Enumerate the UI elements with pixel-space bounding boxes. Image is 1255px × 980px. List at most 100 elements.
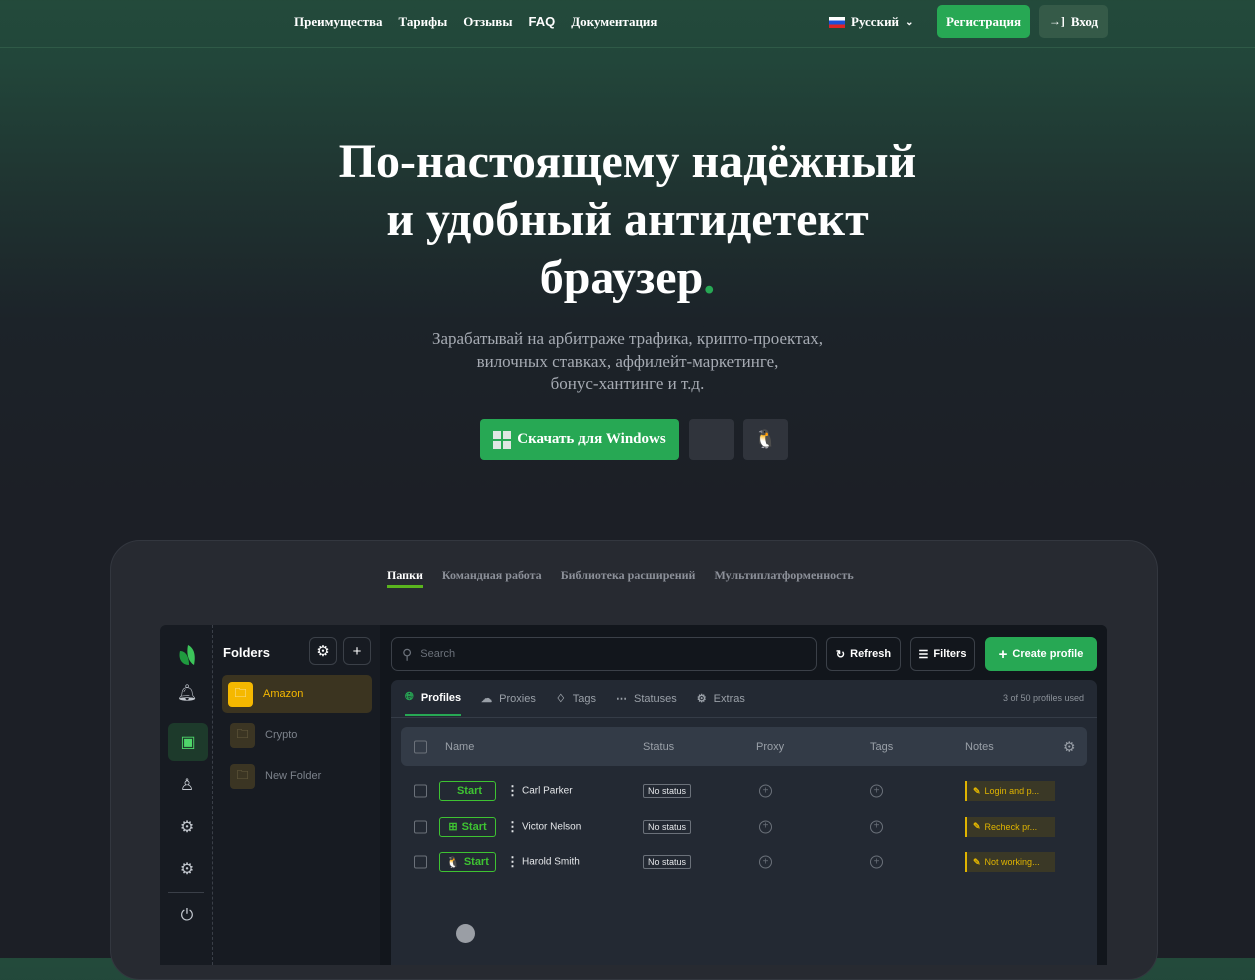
tab-multiplatform[interactable]: Мультиплатформенность bbox=[714, 568, 853, 588]
row-menu-icon[interactable]: ⋮ bbox=[506, 854, 519, 870]
gear-icon: ⚙ bbox=[696, 693, 707, 705]
automation-gears-icon[interactable]: ⚙ bbox=[168, 808, 206, 846]
search-input[interactable]: ⚲ Search bbox=[391, 637, 817, 671]
profiles-main: ⚲ Search ↻ Refresh ☰ Filters + Create profil… bbox=[380, 625, 1107, 965]
row-menu-icon[interactable]: ⋮ bbox=[506, 783, 519, 799]
row-menu-icon[interactable]: ⋮ bbox=[506, 819, 519, 835]
column-tags[interactable]: Tags bbox=[870, 741, 893, 753]
note-badge[interactable]: ✎ Login and p... bbox=[965, 781, 1055, 801]
icon-rail: 🔔︎ ▣ ♙ ⚙ ⚙ ⏻ bbox=[160, 625, 213, 965]
chevron-down-icon: ⌄ bbox=[905, 16, 914, 28]
hero-subtitle: Зарабатывай на арбитраже трафика, крипто… bbox=[0, 328, 1255, 396]
download-windows-button[interactable]: Скачать для Windows bbox=[480, 419, 679, 460]
add-tag-icon[interactable]: + bbox=[870, 855, 883, 869]
tab-teamwork[interactable]: Командная работа bbox=[442, 568, 542, 588]
login-button[interactable]: →] Вход bbox=[1039, 5, 1108, 38]
row-checkbox[interactable] bbox=[414, 784, 427, 798]
nav-link-pricing[interactable]: Тарифы bbox=[399, 14, 448, 30]
nav-link-docs[interactable]: Документация bbox=[571, 14, 657, 30]
globe-icon: 🌐︎ bbox=[405, 691, 414, 703]
bell-icon[interactable]: 🔔︎ bbox=[168, 674, 206, 712]
download-label: Скачать для Windows bbox=[517, 431, 666, 447]
row-checkbox[interactable] bbox=[414, 820, 427, 833]
filters-button[interactable]: ☰ Filters bbox=[910, 637, 975, 671]
note-badge[interactable]: ✎ Recheck pr... bbox=[965, 816, 1055, 837]
language-label: Русский bbox=[851, 14, 900, 29]
power-icon[interactable]: ⏻ bbox=[168, 897, 206, 935]
table-row[interactable]: ⊞ Start ⋮ Victor Nelson No status + + ✎ Re… bbox=[401, 813, 1087, 841]
tab-statuses[interactable]: ⋯ Statuses bbox=[616, 691, 677, 716]
row-checkbox[interactable] bbox=[414, 855, 427, 869]
add-folder-button[interactable]: + bbox=[343, 637, 371, 665]
tab-label: Statuses bbox=[633, 692, 677, 705]
column-notes[interactable]: Notes bbox=[965, 741, 994, 753]
app-window: 🔔︎ ▣ ♙ ⚙ ⚙ ⏻ Folders ⚙ + 🗀︎ Amazon 🗀︎ Cryp… bbox=[160, 625, 1107, 965]
status-badge[interactable]: No status bbox=[643, 784, 692, 798]
subtitle-line: вилочных ставках, аффилейт-маркетинге, bbox=[476, 351, 779, 371]
note-text: Login and p... bbox=[984, 786, 1040, 796]
add-tag-icon[interactable]: + bbox=[870, 784, 883, 798]
start-label: Start bbox=[456, 785, 483, 797]
folder-item-amazon[interactable]: 🗀︎ Amazon bbox=[222, 675, 372, 713]
column-settings-icon[interactable]: ⚙ bbox=[1063, 738, 1076, 755]
browser-profiles-icon[interactable]: ▣ bbox=[168, 723, 208, 761]
add-tag-icon[interactable]: + bbox=[870, 820, 883, 833]
nav-link-advantages[interactable]: Преимущества bbox=[294, 14, 383, 30]
add-proxy-icon[interactable]: + bbox=[759, 784, 772, 798]
start-button[interactable]: 🐧 Start bbox=[439, 852, 496, 872]
cloud-icon: ☁ bbox=[481, 693, 493, 705]
column-name[interactable]: Name bbox=[445, 741, 474, 753]
create-profile-button[interactable]: + Create profile bbox=[985, 637, 1097, 671]
start-button[interactable]: Start bbox=[439, 781, 496, 801]
settings-icon[interactable]: ⚙ bbox=[168, 850, 206, 888]
folder-name: Crypto bbox=[265, 729, 298, 741]
note-badge[interactable]: ✎ Not working... bbox=[965, 852, 1055, 872]
language-selector[interactable]: Русский ⌄ bbox=[829, 14, 913, 30]
register-button[interactable]: Регистрация bbox=[937, 5, 1030, 38]
status-badge[interactable]: No status bbox=[643, 855, 692, 869]
user-icon[interactable]: ♙ bbox=[168, 766, 206, 804]
tab-profiles[interactable]: 🌐︎ Profiles bbox=[405, 691, 462, 716]
filters-label: Filters bbox=[933, 648, 967, 660]
refresh-button[interactable]: ↻ Refresh bbox=[826, 637, 901, 671]
nav-link-faq[interactable]: FAQ bbox=[528, 14, 555, 30]
tab-folders[interactable]: Папки bbox=[387, 568, 423, 588]
linux-icon: 🐧 bbox=[446, 856, 460, 869]
divider bbox=[391, 717, 1097, 718]
note-text: Not working... bbox=[984, 857, 1040, 867]
status-badge[interactable]: No status bbox=[643, 819, 692, 834]
folder-settings-button[interactable]: ⚙ bbox=[309, 637, 337, 665]
folder-icon: 🗀︎ bbox=[230, 722, 255, 748]
tag-icon: ♢ bbox=[555, 693, 566, 705]
column-status[interactable]: Status bbox=[643, 741, 674, 753]
tab-extensions[interactable]: Библиотека расширений bbox=[561, 568, 696, 588]
start-button[interactable]: ⊞ Start bbox=[439, 816, 496, 837]
tab-tags[interactable]: ♢ Tags bbox=[556, 691, 596, 716]
refresh-label: Refresh bbox=[850, 648, 892, 660]
add-proxy-icon[interactable]: + bbox=[759, 855, 772, 869]
profile-name[interactable]: Harold Smith bbox=[522, 857, 580, 868]
windows-icon: ⊞ bbox=[448, 821, 458, 833]
profile-name[interactable]: Carl Parker bbox=[522, 786, 573, 797]
add-proxy-icon[interactable]: + bbox=[759, 820, 772, 833]
profiles-usage: 3 of 50 profiles used bbox=[1002, 693, 1084, 703]
table-row[interactable]: 🐧 Start ⋮ Harold Smith No status + + ✎ Not… bbox=[401, 848, 1087, 876]
tab-label: Profiles bbox=[420, 691, 462, 704]
nav-link-reviews[interactable]: Отзывы bbox=[463, 14, 512, 30]
download-linux-button[interactable]: 🐧 bbox=[743, 419, 788, 460]
create-profile-label: Create profile bbox=[1012, 648, 1084, 660]
folder-item-new-folder[interactable]: 🗀︎ New Folder bbox=[222, 757, 372, 795]
tab-proxies[interactable]: ☁ Proxies bbox=[481, 691, 536, 716]
table-row[interactable]: Start ⋮ Carl Parker No status + + ✎ Login… bbox=[401, 777, 1087, 805]
pencil-icon: ✎ bbox=[973, 821, 981, 831]
profile-name[interactable]: Victor Nelson bbox=[522, 821, 581, 832]
tab-label: Extras bbox=[713, 692, 745, 705]
column-proxy[interactable]: Proxy bbox=[756, 741, 784, 753]
tab-extras[interactable]: ⚙ Extras bbox=[697, 691, 745, 716]
select-all-checkbox[interactable] bbox=[414, 740, 427, 753]
folder-name: New Folder bbox=[265, 770, 322, 782]
folder-item-crypto[interactable]: 🗀︎ Crypto bbox=[222, 716, 372, 754]
download-macos-button[interactable]:  bbox=[689, 419, 734, 460]
apple-icon:  bbox=[704, 429, 718, 450]
hero-title-line: По-настоящему надёжный bbox=[338, 135, 917, 188]
